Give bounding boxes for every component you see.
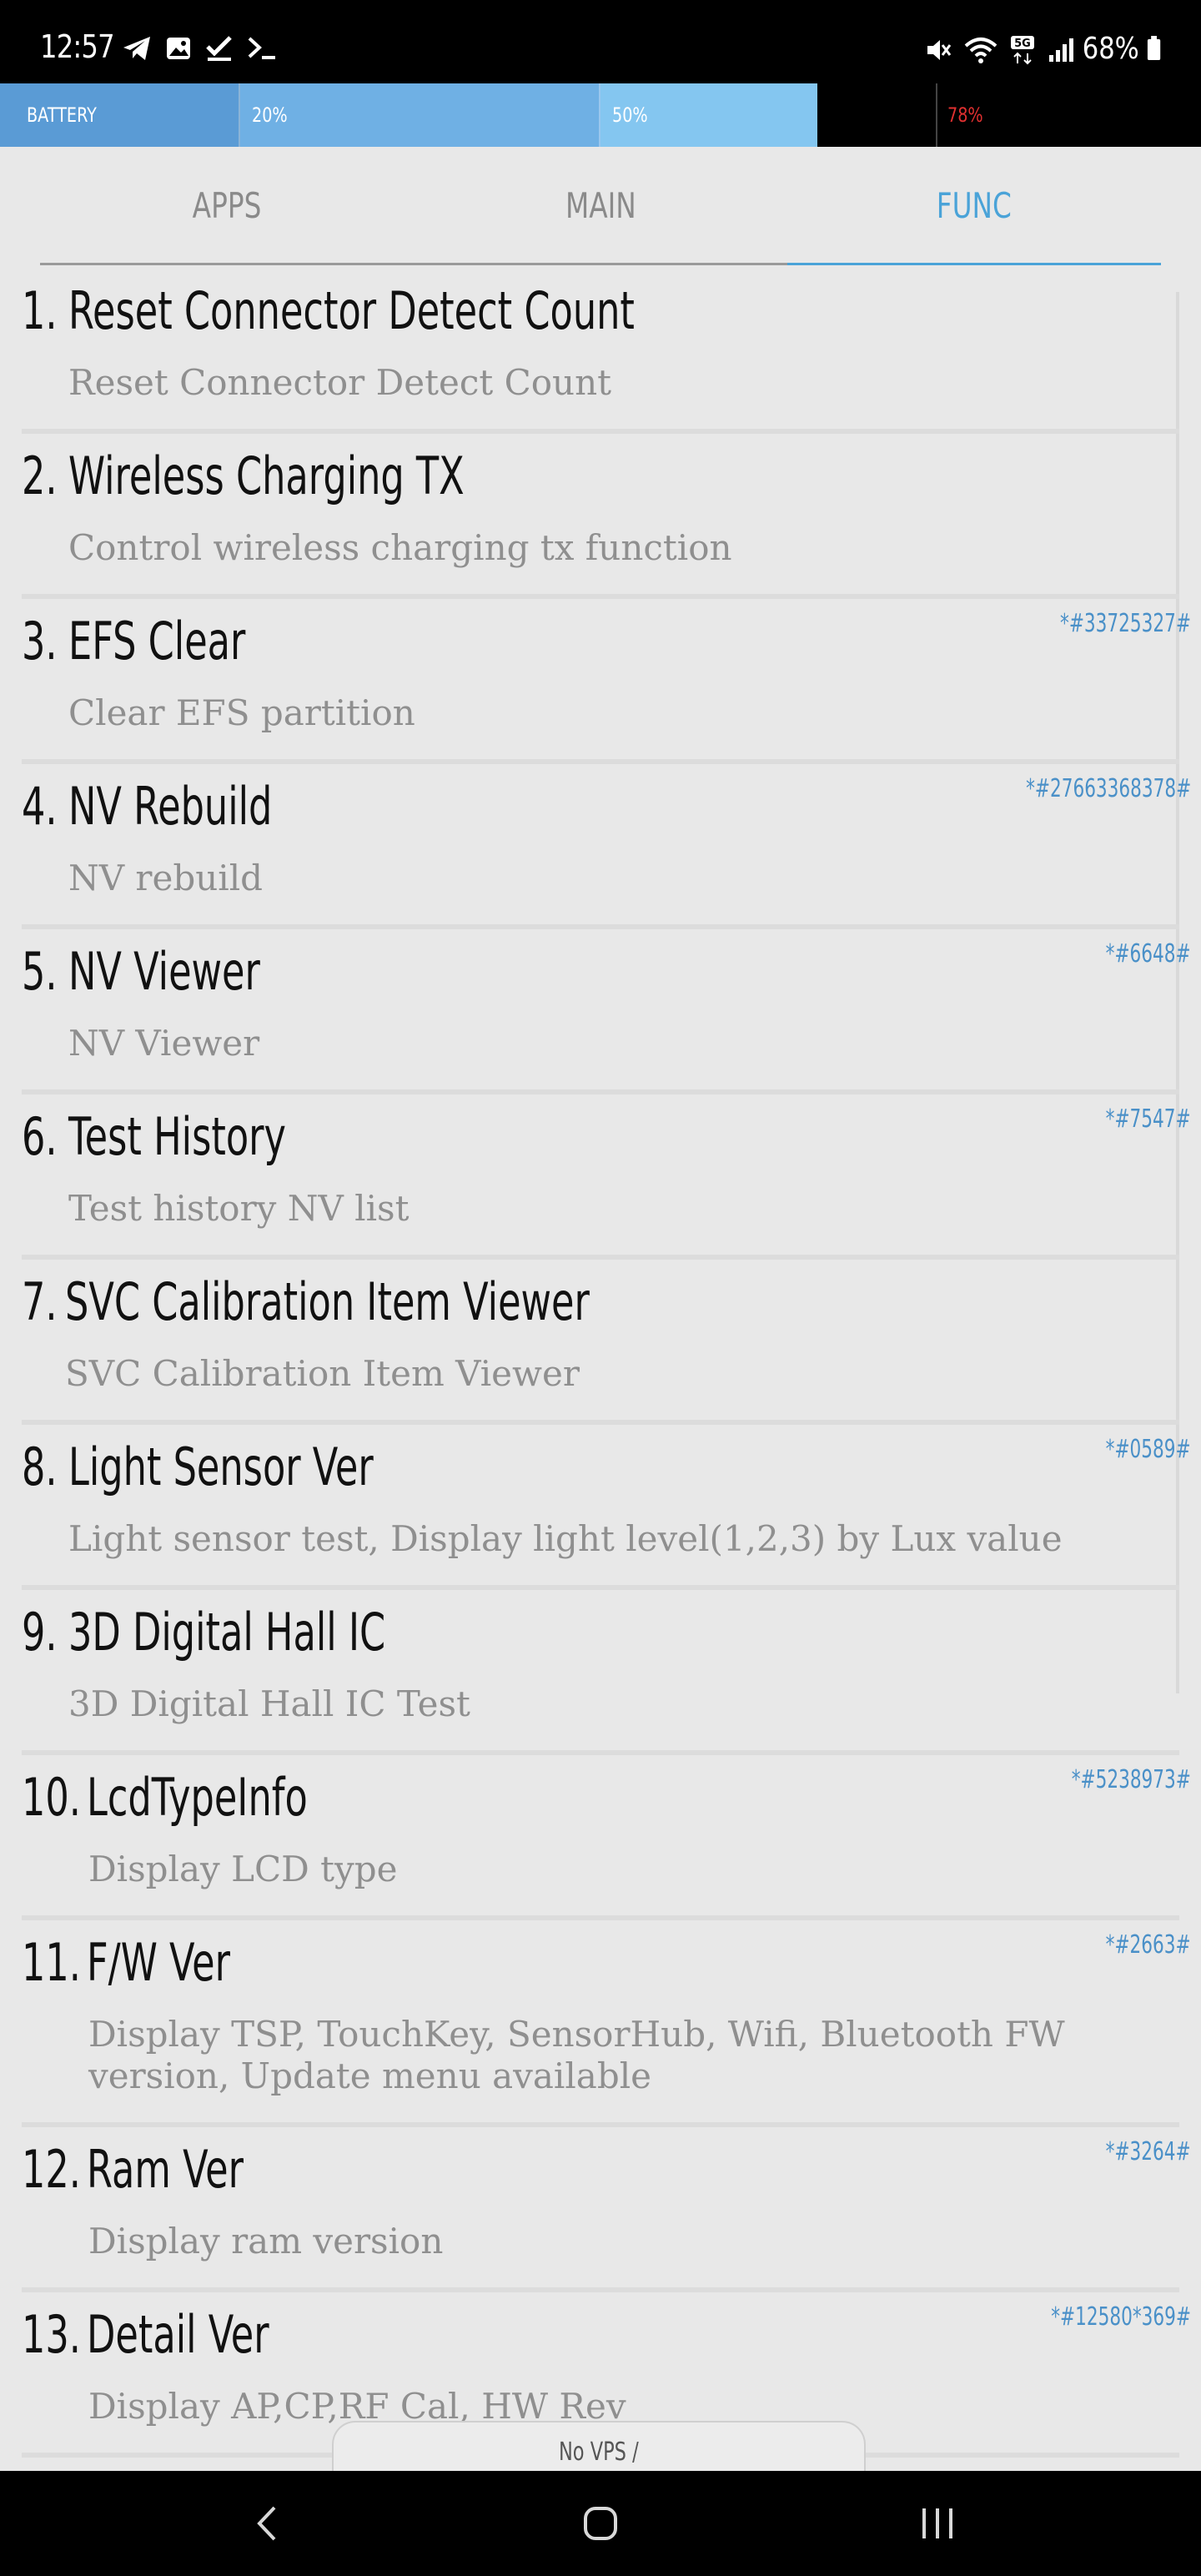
- item-number: 12.: [22, 2139, 81, 2200]
- item-code: *#2663#: [1106, 1930, 1191, 1960]
- list-item[interactable]: 2. Wireless Charging TX Control wireless…: [0, 434, 1201, 599]
- item-title: NV Rebuild: [68, 776, 273, 837]
- item-description: NV Viewer: [68, 1023, 260, 1064]
- tab-apps[interactable]: APPS: [40, 147, 414, 264]
- battery-segment-20: 20%: [240, 83, 600, 147]
- list-item[interactable]: 10. LcdTypeInfo *#5238973# Display LCD t…: [0, 1755, 1201, 1920]
- home-button[interactable]: [567, 2494, 634, 2553]
- item-title: LcdTypeInfo: [87, 1767, 308, 1828]
- item-title: Detail Ver: [87, 2304, 269, 2365]
- item-description: Display TSP, TouchKey, SensorHub, Wifi, …: [88, 2014, 1065, 2096]
- 5g-icon: 5G: [1011, 36, 1034, 65]
- item-number: 3.: [22, 611, 58, 672]
- status-bar: 12:57 5G 68%: [0, 0, 1201, 83]
- item-number: 13.: [22, 2304, 81, 2365]
- list-item[interactable]: 3. EFS Clear *#33725327# Clear EFS parti…: [0, 599, 1201, 764]
- navigation-bar: [0, 2471, 1201, 2576]
- battery-icon: [1147, 36, 1161, 60]
- battery-level-bar: BATTERY 20% 50% 78%: [0, 83, 1201, 147]
- tab-active-indicator: [787, 263, 1161, 265]
- item-code: *#0589#: [1106, 1435, 1191, 1464]
- item-code: *#33725327#: [1060, 609, 1191, 638]
- back-button[interactable]: [234, 2494, 300, 2553]
- telegram-icon: [123, 37, 150, 60]
- item-code: *#7547#: [1106, 1104, 1191, 1134]
- item-code: *#27663368378#: [1025, 774, 1191, 803]
- clock: 12:57: [40, 28, 115, 65]
- tab-func[interactable]: FUNC: [787, 147, 1161, 264]
- item-description: SVC Calibration Item Viewer: [65, 1353, 580, 1394]
- home-icon: [584, 2507, 617, 2540]
- item-number: 5.: [22, 941, 58, 1002]
- item-description: Display LCD type: [88, 1849, 398, 1889]
- item-description: Control wireless charging tx function: [68, 527, 732, 568]
- list-item[interactable]: 1. Reset Connector Detect Count Reset Co…: [0, 269, 1201, 434]
- recents-button[interactable]: [904, 2494, 971, 2553]
- list-item[interactable]: 6. Test History *#7547# Test history NV …: [0, 1094, 1201, 1260]
- item-title: SVC Calibration Item Viewer: [65, 1271, 590, 1332]
- tab-main[interactable]: MAIN: [414, 147, 787, 264]
- item-title: Light Sensor Ver: [68, 1436, 374, 1497]
- item-code: *#12580*369#: [1051, 2302, 1191, 2332]
- battery-segment-50: 50%: [600, 83, 817, 147]
- item-number: 10.: [22, 1767, 81, 1828]
- notification-icons: [122, 35, 277, 62]
- item-number: 9.: [22, 1602, 58, 1663]
- item-description: Clear EFS partition: [68, 692, 415, 733]
- item-number: 6.: [22, 1106, 58, 1167]
- item-code: *#5238973#: [1071, 1765, 1191, 1794]
- item-title: 3D Digital Hall IC: [68, 1602, 386, 1663]
- item-number: 2.: [22, 445, 58, 506]
- item-title: Test History: [68, 1106, 286, 1167]
- mute-icon: [927, 40, 952, 60]
- item-number: 7.: [22, 1271, 58, 1332]
- wifi-icon: [964, 38, 997, 63]
- item-number: 1.: [22, 280, 58, 341]
- battery-segment-label: BATTERY: [0, 83, 240, 147]
- item-code: *#6648#: [1106, 939, 1191, 969]
- item-number: 4.: [22, 776, 58, 837]
- tab-bar: APPS MAIN FUNC: [40, 147, 1161, 267]
- battery-level-marker: 78%: [936, 83, 1201, 147]
- list-item[interactable]: 5. NV Viewer *#6648# NV Viewer: [0, 929, 1201, 1094]
- item-title: EFS Clear: [68, 611, 246, 672]
- system-icons: 5G: [924, 35, 1076, 65]
- item-title: F/W Ver: [87, 1932, 230, 1993]
- gallery-icon: [167, 38, 190, 59]
- list-item[interactable]: 11. F/W Ver *#2663# Display TSP, TouchKe…: [0, 1920, 1201, 2127]
- item-title: Reset Connector Detect Count: [68, 280, 635, 341]
- item-title: Wireless Charging TX: [68, 445, 465, 506]
- list-item[interactable]: 9. 3D Digital Hall IC 3D Digital Hall IC…: [0, 1590, 1201, 1755]
- list-item[interactable]: 12. Ram Ver *#3264# Display ram version: [0, 2127, 1201, 2292]
- signal-icon: [1049, 38, 1073, 62]
- svg-text:5G: 5G: [1014, 38, 1031, 50]
- back-icon: [257, 2506, 276, 2541]
- item-description: Reset Connector Detect Count: [68, 362, 612, 403]
- item-description: NV rebuild: [68, 858, 264, 898]
- terminal-icon: [248, 37, 275, 59]
- item-description: 3D Digital Hall IC Test: [68, 1683, 470, 1724]
- item-description: Display ram version: [88, 2221, 444, 2262]
- item-description: Test history NV list: [68, 1188, 410, 1229]
- item-title: Ram Ver: [87, 2139, 244, 2200]
- item-code: *#3264#: [1106, 2137, 1191, 2166]
- checkmark-icon: [206, 36, 232, 61]
- battery-text: 68%: [1082, 32, 1161, 66]
- item-number: 8.: [22, 1436, 58, 1497]
- list-item[interactable]: 8. Light Sensor Ver *#0589# Light sensor…: [0, 1425, 1201, 1590]
- recents-icon: [922, 2508, 952, 2538]
- list-item[interactable]: 7. SVC Calibration Item Viewer SVC Calib…: [0, 1260, 1201, 1425]
- item-title: NV Viewer: [68, 941, 260, 1002]
- item-number: 11.: [22, 1932, 81, 1993]
- list-item[interactable]: 4. NV Rebuild *#27663368378# NV rebuild: [0, 764, 1201, 929]
- item-description: Light sensor test, Display light level(1…: [68, 1518, 1063, 1559]
- tab-underline: [40, 263, 787, 265]
